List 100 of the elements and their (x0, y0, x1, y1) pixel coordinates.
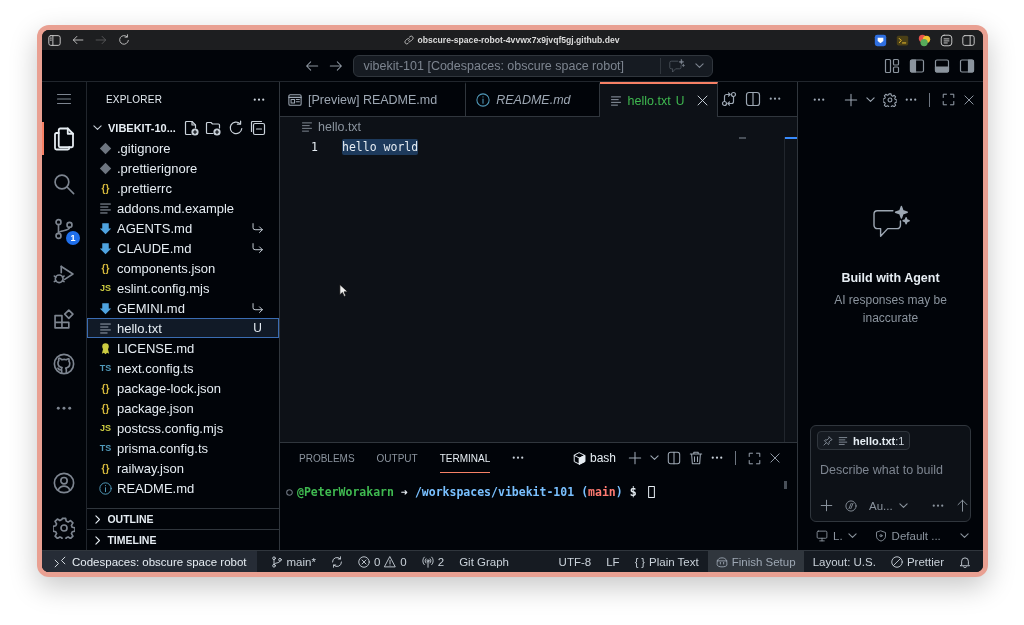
file-item[interactable]: TS prisma.config.ts (87, 438, 279, 458)
sidebar-icon[interactable] (48, 33, 61, 47)
layout-icon[interactable] (884, 57, 900, 74)
source-control-icon[interactable] (53, 217, 75, 240)
maximize-icon[interactable] (748, 451, 761, 465)
file-item[interactable]: {} .prettierrc (87, 178, 279, 198)
folder-header[interactable]: VIBEKIT-10... (87, 117, 279, 138)
ports-status[interactable]: 2 (415, 551, 451, 572)
command-center[interactable]: vibekit-101 [Codespaces: obscure space robot] (352, 54, 713, 77)
more-icon[interactable] (253, 97, 265, 102)
file-item[interactable]: .prettierignore (87, 158, 279, 178)
chevron-down-icon[interactable] (650, 455, 659, 461)
more-icon[interactable] (905, 97, 917, 102)
section-header[interactable]: OUTLINE (87, 508, 279, 529)
more-icon[interactable] (512, 456, 525, 460)
plus-icon[interactable] (820, 499, 833, 512)
prompt-icon[interactable] (896, 33, 909, 47)
chevron-down-icon[interactable] (694, 62, 704, 69)
account-icon[interactable] (53, 471, 75, 494)
target-dropdown[interactable]: L. (816, 530, 857, 542)
back-icon[interactable] (72, 34, 84, 46)
menu-icon[interactable] (56, 91, 72, 107)
plus-icon[interactable] (844, 92, 858, 107)
chat-input[interactable]: Describe what to build (817, 459, 964, 481)
file-item[interactable]: hello.txt U (87, 318, 279, 338)
reload-icon[interactable] (118, 34, 130, 46)
remote-indicator[interactable]: Codespaces: obscure space robot (42, 551, 257, 572)
status-item[interactable]: Git Graph (453, 551, 515, 572)
close-icon[interactable] (963, 93, 975, 106)
new-file-icon[interactable] (182, 119, 199, 136)
settings-icon[interactable] (53, 516, 75, 539)
file-item[interactable]: LICENSE.md (87, 338, 279, 358)
file-item[interactable]: addons.md.example (87, 198, 279, 218)
url-text[interactable]: obscure-space-robot-4vvwx7x9jvqf5gj.github.dev (417, 35, 620, 45)
branch-status[interactable]: main* (264, 551, 322, 572)
panel-tab[interactable]: OUTPUT (376, 443, 418, 473)
list-square-icon[interactable] (940, 33, 953, 47)
new-folder-icon[interactable] (205, 119, 221, 136)
file-item[interactable]: {} package.json (87, 398, 279, 418)
file-item[interactable]: TS next.config.ts (87, 358, 279, 378)
editor-tab[interactable]: [Preview] README.md (280, 82, 467, 116)
status-item[interactable]: LF (600, 551, 626, 572)
sidebar-icon[interactable] (962, 33, 975, 47)
status-item[interactable]: UTF-8 (552, 551, 598, 572)
back-icon[interactable] (304, 58, 319, 73)
file-item[interactable]: GEMINI.md (87, 298, 279, 318)
status-item[interactable]: Layout: U.S. (806, 551, 882, 572)
language-mode[interactable]: { } Plain Text (628, 551, 705, 572)
files-icon[interactable] (52, 126, 76, 151)
file-item[interactable]: {} railway.json (87, 458, 279, 478)
file-item[interactable]: .gitignore (87, 138, 279, 158)
color-circles-icon[interactable] (918, 33, 931, 47)
search-icon[interactable] (53, 172, 75, 195)
maximize-icon[interactable] (942, 93, 955, 106)
context-chip[interactable]: hello.txt:1 (817, 431, 911, 450)
collapse-icon[interactable] (250, 119, 266, 136)
file-item[interactable]: JS postcss.config.mjs (87, 418, 279, 438)
shell-dropdown[interactable]: bash (572, 451, 616, 465)
file-item[interactable]: {} components.json (87, 258, 279, 278)
file-item[interactable]: JS eslint.config.mjs (87, 278, 279, 298)
breadcrumb[interactable]: hello.txt (318, 120, 362, 134)
more-icon[interactable] (931, 503, 944, 508)
chat-sparkle-icon[interactable] (668, 57, 685, 74)
extensions-icon[interactable] (53, 307, 75, 330)
octocat-icon[interactable] (53, 352, 75, 375)
split-terminal-icon[interactable] (667, 451, 681, 465)
mode-dropdown[interactable]: Au... (869, 499, 908, 512)
formatter-status[interactable]: Prettier (884, 551, 950, 572)
settings-icon[interactable] (883, 92, 897, 107)
slashed-circle-icon[interactable] (845, 499, 857, 512)
forward-icon[interactable] (328, 58, 343, 73)
right-panel-icon[interactable] (959, 57, 975, 74)
more-icon[interactable] (56, 406, 72, 411)
approval-dropdown[interactable]: Default ... (874, 530, 969, 542)
more-icon[interactable] (769, 97, 781, 101)
setup-button[interactable]: Finish Setup (707, 551, 804, 572)
shield-badge-icon[interactable] (874, 33, 887, 47)
left-panel-icon[interactable] (909, 57, 925, 74)
close-icon[interactable] (696, 94, 710, 107)
send-icon[interactable] (955, 499, 969, 512)
file-item[interactable]: README.md (87, 478, 279, 498)
close-icon[interactable] (769, 452, 781, 464)
bottom-panel-icon[interactable] (934, 57, 950, 74)
more-icon[interactable] (711, 456, 723, 460)
scrollbar-thumb[interactable] (784, 481, 787, 489)
file-item[interactable]: AGENTS.md (87, 218, 279, 238)
file-item[interactable]: CLAUDE.md (87, 238, 279, 258)
file-item[interactable]: {} package-lock.json (87, 378, 279, 398)
compare-icon[interactable] (721, 91, 737, 107)
chevron-down-icon[interactable] (866, 96, 875, 103)
trash-icon[interactable] (689, 451, 703, 465)
plus-icon[interactable] (628, 451, 642, 465)
panel-tab[interactable]: PROBLEMS (299, 443, 355, 473)
panel-tab[interactable]: TERMINAL (439, 443, 491, 473)
editor-tab[interactable]: README.md (466, 82, 600, 116)
editor-tab[interactable]: hello.txt U (599, 82, 719, 117)
refresh-icon[interactable] (227, 119, 244, 136)
split-editor-icon[interactable] (745, 91, 761, 107)
more-icon[interactable] (813, 97, 825, 102)
problems-status[interactable]: 0 0 (351, 551, 413, 572)
